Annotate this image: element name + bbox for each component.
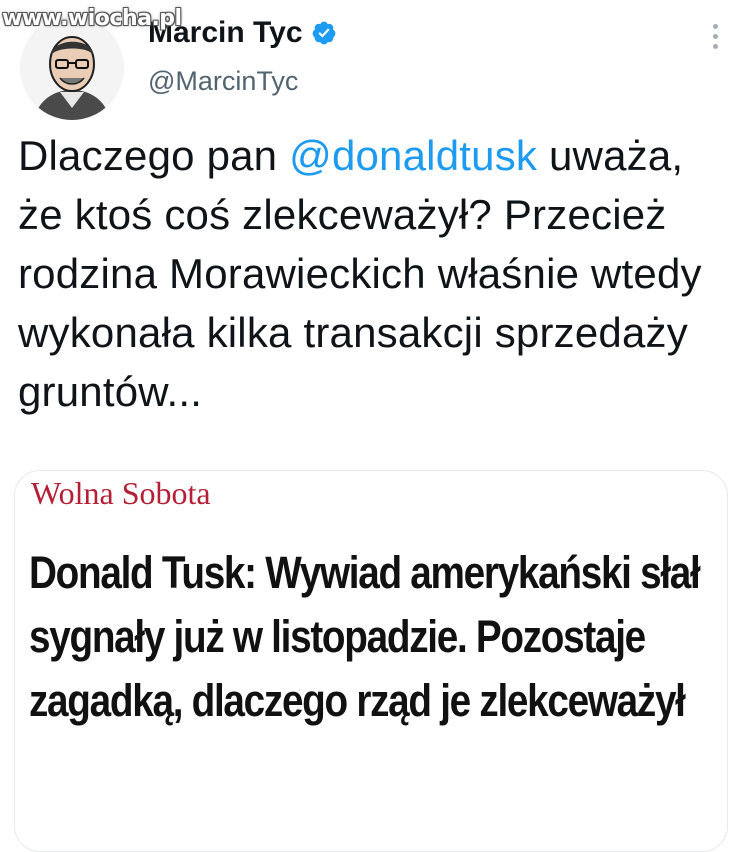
site-watermark: www.wiocha.pl [2,6,182,31]
tweet-text: Dlaczego pan @donaldtusk uważa, że ktoś … [18,126,738,421]
card-headline: Donald Tusk: Wywiad amerykański słał syg… [29,547,701,726]
tweet-text-before: Dlaczego pan [18,132,290,179]
mention-link[interactable]: @donaldtusk [289,132,537,179]
avatar-portrait [20,16,124,120]
verified-badge-icon [312,21,335,45]
author-handle[interactable]: @MarcinTyc [148,66,298,97]
link-preview-card[interactable]: Wolna Sobota Donald Tusk: Wywiad ameryka… [14,470,728,852]
avatar[interactable] [20,16,124,120]
more-options-icon[interactable] [710,24,720,49]
card-source-logo: Wolna Sobota [31,475,211,511]
